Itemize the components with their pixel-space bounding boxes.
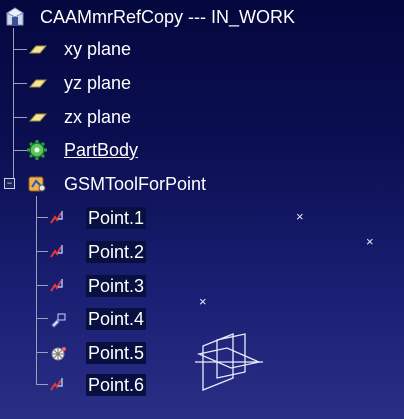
xy-plane-label: xy plane (64, 39, 132, 59)
tree-node-xy-plane[interactable]: xy plane (26, 35, 131, 63)
point-2-label: Point.2 (86, 241, 147, 263)
tree-line-points (36, 196, 37, 384)
point-marker[interactable]: × (199, 295, 207, 308)
gsmtool-label: GSMToolForPoint (64, 174, 207, 194)
point-icon (50, 279, 63, 292)
tree-branch-point3 (36, 285, 48, 286)
point-1-label: Point.1 (86, 207, 147, 229)
point-sphere-icon (51, 347, 66, 361)
tree-node-zx-plane[interactable]: zx plane (26, 103, 131, 131)
tree-branch-yz (13, 83, 27, 84)
tree-branch-partbody (13, 150, 27, 151)
plane-icon (28, 79, 48, 88)
tree-line-main (13, 28, 14, 184)
collapse-expander[interactable]: − (4, 178, 15, 189)
tree-branch-xy (13, 49, 27, 50)
point-icon (50, 245, 63, 258)
partbody-label: PartBody (64, 140, 139, 160)
yz-plane-label: yz plane (64, 73, 132, 93)
tree-node-root[interactable]: CAAMmrRefCopy --- IN_WORK (2, 3, 295, 31)
product-icon (5, 7, 25, 26)
tree-node-point-6[interactable]: Point.6 (48, 371, 147, 399)
tree-node-point-5[interactable]: Point.5 (48, 339, 147, 367)
geometrical-set-icon (28, 176, 46, 192)
tree-node-point-4[interactable]: Point.4 (48, 305, 147, 333)
point-3-label: Point.3 (86, 275, 147, 297)
tree-node-point-1[interactable]: Point.1 (48, 204, 147, 232)
point-icon (50, 211, 63, 224)
tree-node-partbody[interactable]: PartBody (26, 136, 138, 164)
root-label: CAAMmrRefCopy --- IN_WORK (40, 7, 296, 27)
zx-plane-label: zx plane (64, 107, 132, 127)
plane-axis-icon[interactable] (193, 326, 265, 394)
tree-branch-point4 (36, 318, 48, 319)
tree-branch-point2 (36, 251, 48, 252)
point-icon (50, 378, 63, 391)
tree-node-yz-plane[interactable]: yz plane (26, 69, 131, 97)
partbody-gear-icon (27, 140, 47, 160)
point-5-label: Point.5 (86, 342, 147, 364)
plane-icon (28, 113, 48, 122)
tree-branch-point5 (36, 352, 48, 353)
tree-branch-point6 (36, 384, 48, 385)
tree-branch-zx (13, 117, 27, 118)
tree-node-point-2[interactable]: Point.2 (48, 238, 147, 266)
tree-branch-point1 (36, 217, 48, 218)
plane-icon (28, 45, 48, 54)
point-edit-icon (51, 313, 66, 328)
tree-node-point-3[interactable]: Point.3 (48, 272, 147, 300)
point-marker[interactable]: × (366, 235, 374, 248)
point-6-label: Point.6 (86, 374, 147, 396)
point-4-label: Point.4 (86, 308, 147, 330)
tree-node-gsmtool[interactable]: − GSMToolForPoint (2, 170, 206, 198)
point-marker[interactable]: × (296, 210, 304, 223)
